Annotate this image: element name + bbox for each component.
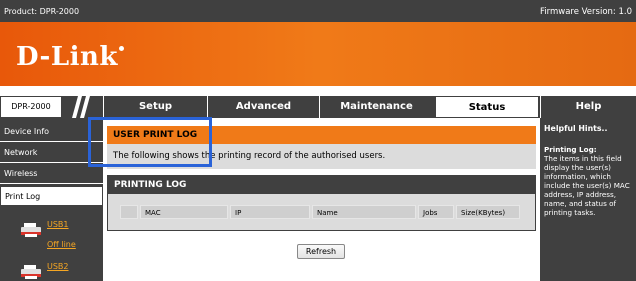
printer-icon — [21, 223, 41, 237]
printer-icon — [21, 265, 41, 279]
tab-maintenance[interactable]: Maintenance — [319, 96, 433, 118]
logo-text: D-Link — [16, 42, 118, 72]
logo-dot — [118, 46, 124, 51]
printer-usb1-status-link[interactable]: Off line — [47, 240, 76, 249]
table-col-size: Size(KBytes) — [456, 205, 520, 219]
tab-advanced[interactable]: Advanced — [207, 96, 319, 118]
main-nav: DPR-2000 Setup Advanced Maintenance Stat… — [0, 96, 636, 118]
top-bar: Product: DPR-2000 Firmware Version: 1.0 — [0, 0, 636, 22]
help-heading: Helpful Hints.. — [544, 124, 608, 133]
tab-help[interactable]: Help — [540, 96, 636, 118]
printer-usb2-link[interactable]: USB2 — [47, 262, 69, 271]
printer-usb1-link[interactable]: USB1 — [47, 220, 69, 229]
table-col-name: Name — [312, 205, 416, 219]
tab-status[interactable]: Status — [435, 96, 539, 118]
tab-setup[interactable]: Setup — [103, 96, 207, 118]
help-topic: Printing Log: — [544, 145, 597, 154]
sidebar-item-wireless[interactable]: Wireless — [0, 164, 103, 184]
refresh-button[interactable]: Refresh — [297, 244, 345, 259]
printing-log-title: PRINTING LOG — [108, 176, 535, 194]
table-col-index — [120, 205, 138, 219]
table-col-jobs: Jobs — [418, 205, 454, 219]
help-panel: Helpful Hints.. Printing Log: The items … — [540, 118, 636, 281]
table-col-ip: IP — [230, 205, 310, 219]
highlight-box — [88, 117, 212, 167]
dlink-logo: D-Link — [16, 42, 124, 72]
brand-banner: D-Link — [0, 22, 636, 86]
sidebar-item-print-log[interactable]: Print Log — [0, 186, 103, 206]
printing-log-table: MAC IP Name Jobs Size(KBytes) — [108, 194, 535, 230]
firmware-label: Firmware Version: 1.0 — [540, 7, 632, 17]
table-col-mac: MAC — [140, 205, 228, 219]
printing-log-panel: PRINTING LOG MAC IP Name Jobs Size(KByte… — [107, 175, 536, 231]
product-label: Product: DPR-2000 — [4, 7, 80, 16]
help-text: The items in this field display the user… — [544, 154, 630, 217]
nav-slash-decoration — [72, 96, 90, 118]
model-label: DPR-2000 — [0, 96, 62, 118]
